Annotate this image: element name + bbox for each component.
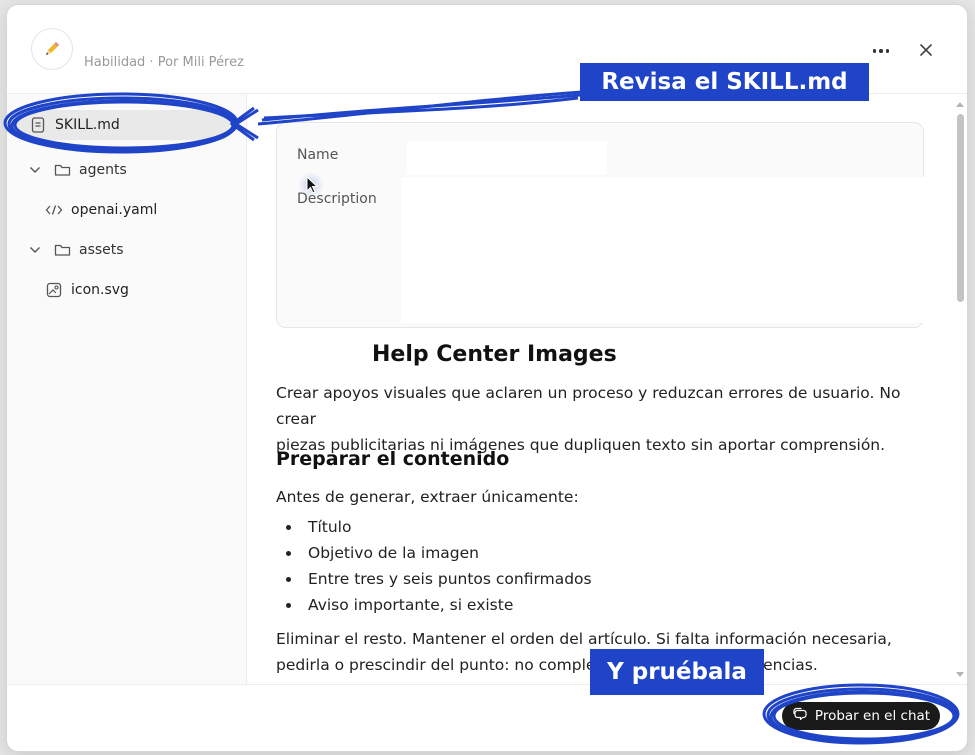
try-in-chat-button[interactable]: Probar en el chat [782,702,940,730]
requirements-list: Título Objetivo de la imagen Entre tres … [276,514,592,618]
callout-try-it: Y pruébala [590,649,764,695]
section-heading: Preparar el contenido [276,448,510,470]
code-icon [45,201,63,219]
pencil-icon [31,28,73,70]
tree-item-label: SKILL.md [55,117,120,133]
chat-icon [792,707,808,725]
callout-review-skill: Revisa el SKILL.md [580,63,869,101]
frontmatter-card: Name Description [276,122,937,328]
folder-icon [53,161,71,179]
file-tree-sidebar: SKILL.md agents openai.yaml assets icon.… [7,94,247,684]
description-value-redacted [401,177,937,323]
name-value-redacted [407,141,607,175]
tree-item-label: openai.yaml [71,202,158,218]
list-item: Objetivo de la imagen [276,540,592,566]
intro-paragraph: Crear apoyos visuales que aclaren un pro… [276,384,901,454]
content-scrollbar[interactable] [952,94,967,684]
more-options-button[interactable] [867,39,895,63]
skill-dialog: Habilidad · Por Mili Pérez SKILL.md agen… [6,4,968,752]
cursor-arrow-icon [306,175,319,194]
list-item: Título [276,514,592,540]
tree-item-agents[interactable]: agents [53,155,127,185]
tree-item-assets[interactable]: assets [53,235,124,265]
scroll-thumb[interactable] [957,114,964,302]
tree-item-icon-svg[interactable]: icon.svg [45,275,129,305]
mouse-cursor [298,172,324,198]
chevron-down-icon[interactable] [28,243,42,257]
tree-item-label: assets [79,242,124,258]
scroll-down-arrow-icon[interactable] [956,672,964,677]
list-item: Aviso importante, si existe [276,592,592,618]
list-item: Entre tres y seis puntos confirmados [276,566,592,592]
folder-icon [53,241,71,259]
chevron-down-icon[interactable] [28,163,42,177]
scroll-up-arrow-icon[interactable] [956,102,964,107]
before-list-text: Antes de generar, extraer únicamente: [276,488,579,506]
title-prefix-redacted [268,336,374,378]
tree-item-label: icon.svg [71,282,129,298]
tree-item-skill-md[interactable]: SKILL.md [15,110,229,140]
file-text-icon [29,116,47,134]
skill-subtitle: Habilidad · Por Mili Pérez [84,55,244,70]
tree-item-openai-yaml[interactable]: openai.yaml [45,195,157,225]
footer-divider [7,684,967,685]
document-title: Help Center Images [372,342,617,367]
try-in-chat-label: Probar en el chat [814,708,931,724]
close-button[interactable] [913,37,939,63]
skill-content: Name Description Help Center Images Crea… [248,94,967,684]
image-icon [45,281,63,299]
close-icon [920,44,932,56]
name-label: Name [297,147,339,163]
tree-item-label: agents [79,162,127,178]
